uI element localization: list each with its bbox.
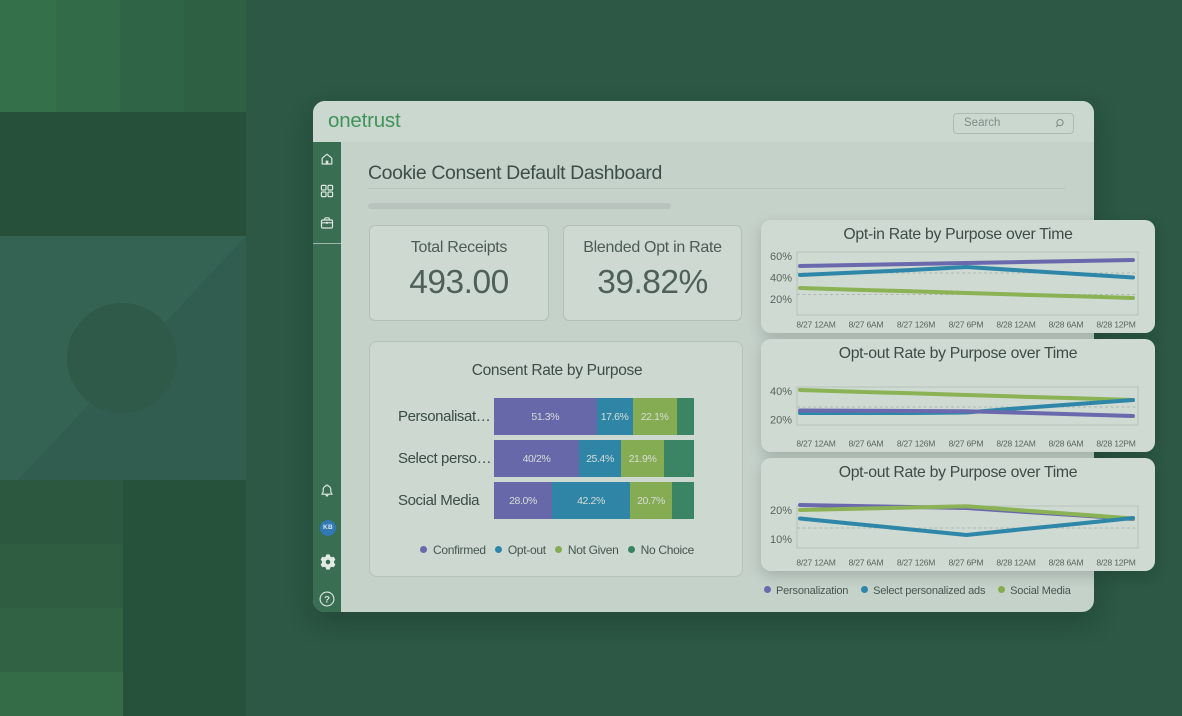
svg-text:8/27 6AM: 8/27 6AM	[849, 320, 884, 330]
svg-text:60%: 60%	[770, 251, 792, 263]
svg-text:8/28 12PM: 8/28 12PM	[1096, 558, 1135, 568]
svg-text:8/27 6AM: 8/27 6AM	[849, 558, 884, 568]
svg-text:8/28 6AM: 8/28 6AM	[1049, 439, 1084, 449]
svg-text:?: ?	[324, 594, 330, 605]
svg-text:8/27 6PM: 8/27 6PM	[949, 439, 984, 449]
svg-text:8/27 12AM: 8/27 12AM	[796, 439, 835, 449]
svg-text:8/27 126M: 8/27 126M	[897, 320, 935, 330]
svg-text:20%: 20%	[770, 415, 792, 427]
svg-text:8/28 12AM: 8/28 12AM	[996, 558, 1035, 568]
svg-text:8/28 12AM: 8/28 12AM	[996, 439, 1035, 449]
svg-text:20%: 20%	[770, 294, 792, 306]
svg-text:8/27 126M: 8/27 126M	[897, 558, 935, 568]
svg-text:8/27 12AM: 8/27 12AM	[796, 320, 835, 330]
svg-text:8/28 12PM: 8/28 12PM	[1096, 439, 1135, 449]
svg-text:8/27 6AM: 8/27 6AM	[849, 439, 884, 449]
svg-text:8/27 126M: 8/27 126M	[897, 439, 935, 449]
svg-text:8/28 12AM: 8/28 12AM	[996, 320, 1035, 330]
svg-text:8/28 6AM: 8/28 6AM	[1049, 320, 1084, 330]
svg-text:8/28 12PM: 8/28 12PM	[1096, 320, 1135, 330]
svg-text:8/27 6PM: 8/27 6PM	[949, 558, 984, 568]
svg-text:40%: 40%	[770, 272, 792, 284]
svg-text:10%: 10%	[770, 534, 792, 546]
svg-text:8/28 6AM: 8/28 6AM	[1049, 558, 1084, 568]
svg-text:8/27 12AM: 8/27 12AM	[796, 558, 835, 568]
svg-text:40%: 40%	[770, 386, 792, 398]
svg-text:20%: 20%	[770, 505, 792, 517]
svg-text:8/27 6PM: 8/27 6PM	[949, 320, 984, 330]
